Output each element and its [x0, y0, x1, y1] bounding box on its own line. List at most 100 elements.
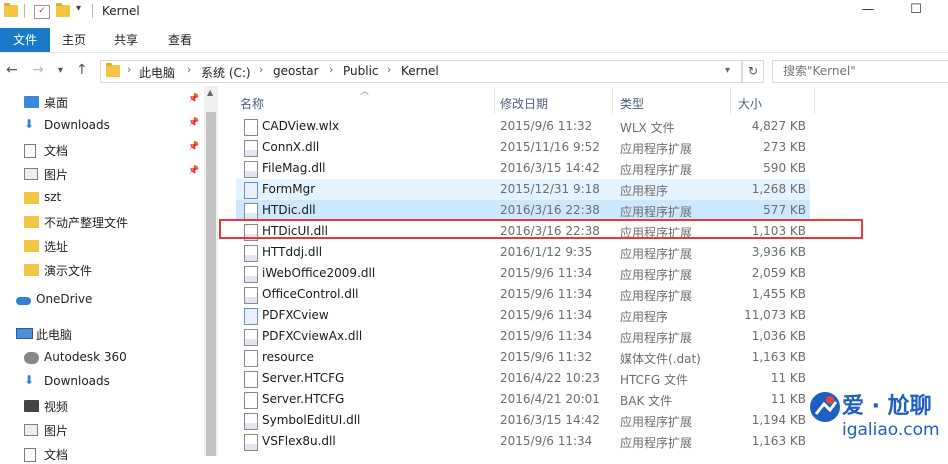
chevron-right-icon: ›: [259, 63, 264, 76]
breadcrumb-geostar[interactable]: geostar: [273, 64, 319, 78]
window-title: Kernel: [102, 4, 140, 18]
nav-item-0[interactable]: 桌面 📌: [0, 90, 204, 112]
nav-item-7[interactable]: 演示文件: [0, 258, 204, 280]
refresh-icon[interactable]: ↻: [742, 60, 764, 83]
minimize-button[interactable]: —: [848, 2, 888, 22]
dll-icon: [244, 434, 258, 451]
file-row[interactable]: PDFXCviewAx.dll 2015/9/6 11:34 应用程序扩展 1,036…: [236, 326, 810, 347]
file-size: 11 KB: [770, 371, 806, 385]
recent-chevron-icon[interactable]: ▾: [58, 65, 63, 76]
file-type: 应用程序扩展: [620, 415, 693, 429]
file-name: Server.HTCFG: [262, 392, 345, 406]
cloud-icon: [16, 297, 31, 305]
pin-icon[interactable]: 📌: [188, 142, 199, 152]
file-row[interactable]: iWebOffice2009.dll 2015/9/6 11:34 应用程序扩展 2,…: [236, 263, 810, 284]
chevron-down-icon[interactable]: ▾: [725, 65, 730, 76]
annotation-highlight-box: [219, 219, 863, 239]
document-icon: [24, 144, 36, 158]
nav-item-11[interactable]: ⬇ Downloads: [0, 370, 204, 392]
column-date[interactable]: 修改日期: [500, 95, 548, 112]
breadcrumb-c-drive[interactable]: 系统 (C:): [201, 64, 251, 81]
tab-file[interactable]: 文件: [0, 28, 50, 52]
download-icon: ⬇: [24, 117, 35, 131]
file-row[interactable]: Server.HTCFG 2016/4/21 20:01 BAK 文件 11 KB: [236, 389, 810, 410]
tab-view[interactable]: 查看: [158, 28, 202, 52]
file-type: 应用程序扩展: [620, 268, 693, 282]
nav-item-13[interactable]: 图片: [0, 418, 204, 440]
tab-home[interactable]: 主页: [52, 28, 96, 52]
file-row[interactable]: Server.HTCFG 2016/4/22 10:23 HTCFG 文件 11 KB: [236, 368, 810, 389]
file-row[interactable]: HTDic.dll 2016/3/16 22:38 应用程序扩展 577 KB: [236, 200, 810, 221]
video-icon: [24, 400, 39, 412]
file-row[interactable]: FileMag.dll 2016/3/15 14:42 应用程序扩展 590 KB: [236, 158, 810, 179]
column-divider[interactable]: [612, 88, 613, 114]
pin-icon[interactable]: 📌: [188, 166, 199, 176]
file-name: ConnX.dll: [262, 140, 320, 154]
file-row[interactable]: resource 2015/9/6 11:32 媒体文件(.dat) 1,163 KB: [236, 347, 810, 368]
file-row[interactable]: HTTddj.dll 2016/1/12 9:35 应用程序扩展 3,936 KB: [236, 242, 810, 263]
scrollbar-thumb[interactable]: [206, 112, 216, 456]
nav-item-9[interactable]: 此电脑: [0, 322, 204, 344]
nav-item-14[interactable]: 文档: [0, 442, 204, 464]
dll-icon: [244, 266, 258, 283]
file-size: 2,059 KB: [751, 266, 806, 280]
file-row[interactable]: FormMgr 2015/12/31 9:18 应用程序 1,268 KB: [236, 179, 810, 200]
file-type: 应用程序: [620, 310, 669, 324]
folder-icon: [106, 63, 120, 77]
file-row[interactable]: SymbolEditUI.dll 2016/3/15 14:42 应用程序扩展 1,1…: [236, 410, 810, 431]
file-name: HTDic.dll: [262, 203, 316, 217]
nav-item-12[interactable]: 视频: [0, 394, 204, 416]
column-size[interactable]: 大小: [738, 95, 762, 112]
pin-icon[interactable]: 📌: [188, 94, 199, 104]
forward-arrow-icon[interactable]: →: [32, 62, 44, 78]
nav-item-4[interactable]: szt: [0, 186, 204, 208]
file-name: PDFXCview: [262, 308, 329, 322]
chevron-down-icon[interactable]: ▾: [76, 3, 81, 14]
file-type: BAK 文件: [620, 394, 673, 408]
scroll-up-icon[interactable]: ▲: [207, 88, 213, 97]
file-name: PDFXCviewAx.dll: [262, 329, 363, 343]
pin-icon[interactable]: 📌: [188, 118, 199, 128]
tab-share[interactable]: 共享: [104, 28, 148, 52]
file-row[interactable]: VSFlex8u.dll 2015/9/6 11:34 应用程序扩展 1,163 KB: [236, 431, 810, 452]
column-divider[interactable]: [730, 88, 731, 114]
nav-item-2[interactable]: 文档 📌: [0, 138, 204, 160]
nav-item-8[interactable]: OneDrive: [0, 288, 204, 310]
address-bar[interactable]: › 此电脑 › 系统 (C:) › geostar › Public › Ker…: [100, 60, 742, 83]
watermark-logo: [810, 392, 840, 422]
file-row[interactable]: CADView.wlx 2015/9/6 11:32 WLX 文件 4,827 KB: [236, 116, 810, 137]
file-date: 2015/9/6 11:34: [500, 329, 593, 343]
nav-item-label: 桌面: [44, 96, 69, 110]
search-input[interactable]: [781, 63, 945, 79]
file-type: HTCFG 文件: [620, 373, 689, 387]
column-name[interactable]: 名称: [240, 95, 264, 112]
file-type: 应用程序扩展: [620, 436, 693, 450]
nav-item-6[interactable]: 选址: [0, 234, 204, 256]
column-divider[interactable]: [814, 88, 815, 114]
maximize-button[interactable]: ☐: [896, 2, 936, 22]
nav-item-3[interactable]: 图片 📌: [0, 162, 204, 184]
dll-icon: [244, 203, 258, 220]
file-size: 1,268 KB: [751, 182, 806, 196]
file-date: 2016/3/15 14:42: [500, 161, 600, 175]
up-arrow-icon[interactable]: ↑: [76, 62, 88, 78]
nav-item-1[interactable]: ⬇ Downloads 📌: [0, 114, 204, 136]
column-type[interactable]: 类型: [620, 95, 644, 112]
column-divider[interactable]: [494, 88, 495, 114]
nav-item-5[interactable]: 不动产整理文件: [0, 210, 204, 232]
breadcrumb-this-pc[interactable]: 此电脑: [139, 64, 175, 81]
nav-item-10[interactable]: Autodesk 360: [0, 346, 204, 368]
properties-icon[interactable]: ✓: [34, 5, 50, 19]
file-row[interactable]: ConnX.dll 2015/11/16 9:52 应用程序扩展 273 KB: [236, 137, 810, 158]
nav-item-label: 演示文件: [44, 264, 93, 278]
breadcrumb-public[interactable]: Public: [343, 64, 379, 78]
new-folder-icon[interactable]: [56, 3, 70, 17]
breadcrumb-kernel[interactable]: Kernel: [401, 64, 439, 78]
file-row[interactable]: PDFXCview 2015/9/6 11:34 应用程序 11,073 KB: [236, 305, 810, 326]
back-arrow-icon[interactable]: ←: [6, 62, 18, 78]
file-type: WLX 文件: [620, 121, 675, 135]
file-row[interactable]: OfficeControl.dll 2015/9/6 11:34 应用程序扩展 1,4…: [236, 284, 810, 305]
search-box[interactable]: [772, 60, 948, 83]
sort-indicator-icon: ︿: [360, 87, 370, 97]
nav-item-label: 文档: [44, 448, 69, 462]
